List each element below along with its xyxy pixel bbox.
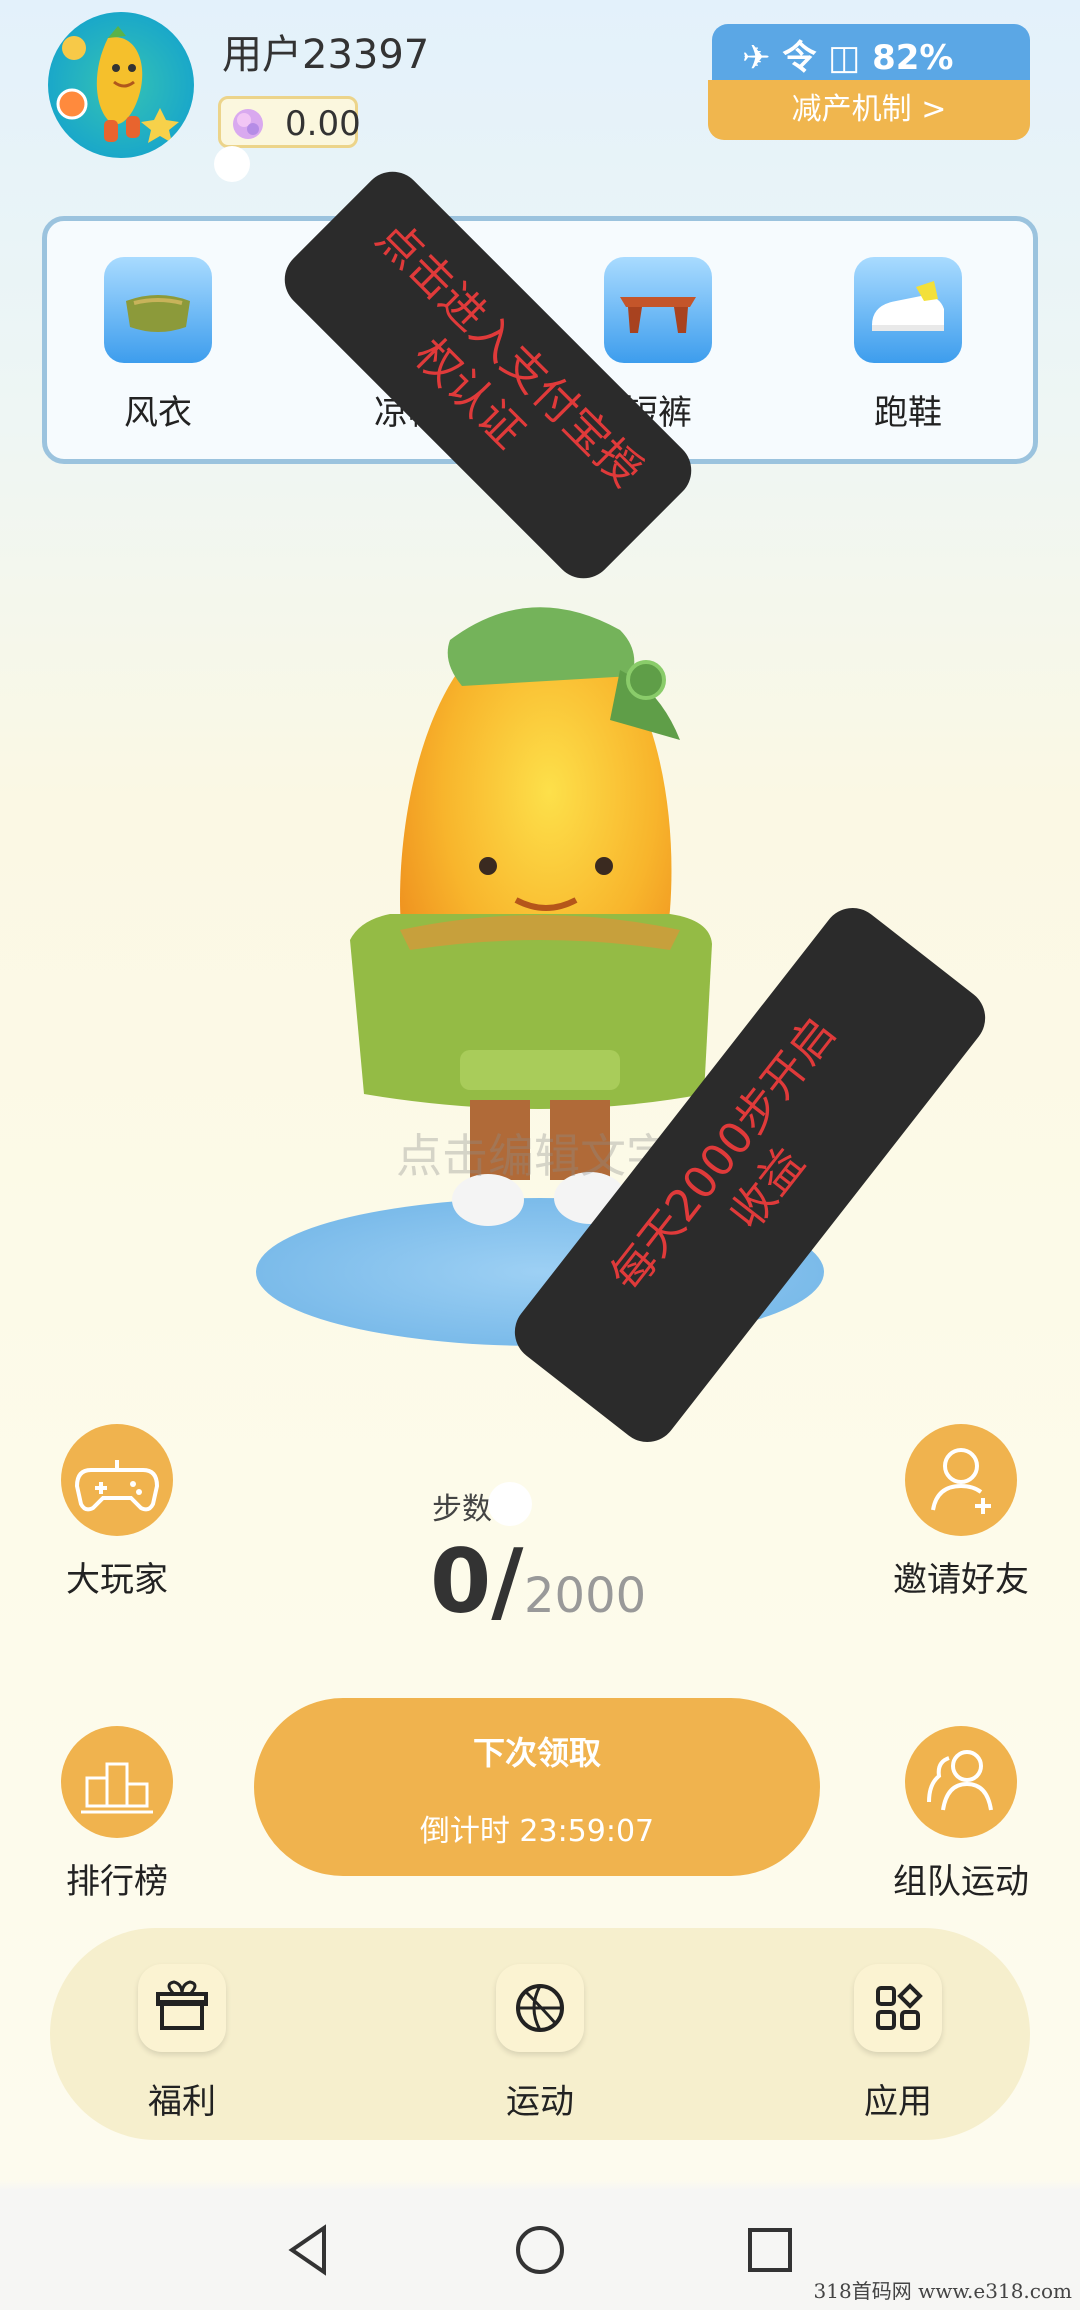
steps-label: 步数 xyxy=(432,1492,492,1527)
status-bar: ✈ 令 ◫ 82% xyxy=(712,24,1030,80)
nav-label: 运动 xyxy=(506,2082,574,2122)
gem-icon xyxy=(233,109,263,139)
invite-label: 邀请好友 xyxy=(893,1560,1029,1600)
back-icon[interactable] xyxy=(280,2220,340,2280)
nav-welfare[interactable]: 福利 xyxy=(112,1964,252,2123)
claim-title: 下次领取 xyxy=(472,1734,601,1772)
sneaker-icon xyxy=(854,257,962,363)
add-user-icon xyxy=(905,1424,1017,1536)
invite-friend-button[interactable]: 邀请好友 xyxy=(876,1424,1046,1601)
gift-icon xyxy=(138,1964,226,2052)
avatar[interactable] xyxy=(48,12,194,158)
nav-sport[interactable]: 运动 xyxy=(470,1964,610,2123)
coat-icon xyxy=(104,257,212,363)
wardrobe-item-coat[interactable]: 风衣 xyxy=(103,257,213,434)
next-claim-button[interactable]: 下次领取 倒计时 23:59:07 xyxy=(254,1698,820,1876)
team-label: 组队运动 xyxy=(893,1862,1029,1902)
bottom-nav: 福利 运动 应用 xyxy=(50,1928,1030,2140)
reduction-mechanism-button[interactable]: 减产机制 > xyxy=(708,80,1030,140)
steps-goal: 2000 xyxy=(524,1568,647,1624)
player-button[interactable]: 大玩家 xyxy=(32,1424,202,1601)
apps-icon xyxy=(854,1964,942,2052)
coin-value: 0.00 xyxy=(285,104,361,144)
nav-label: 福利 xyxy=(148,2082,216,2122)
nav-label: 应用 xyxy=(864,2082,932,2122)
player-label: 大玩家 xyxy=(66,1560,168,1600)
ranking-label: 排行榜 xyxy=(66,1862,168,1902)
shorts-icon xyxy=(604,257,712,363)
team-sport-button[interactable]: 组队运动 xyxy=(876,1726,1046,1903)
ranking-button[interactable]: 排行榜 xyxy=(32,1726,202,1903)
recents-icon[interactable] xyxy=(740,2220,800,2280)
coin-balance[interactable]: 0.00 xyxy=(218,96,361,148)
username: 用户23397 xyxy=(222,32,430,78)
status-text: ✈ 令 ◫ 82% xyxy=(742,38,954,78)
home-icon[interactable] xyxy=(510,2220,570,2280)
claim-countdown: 倒计时 23:59:07 xyxy=(419,1814,655,1849)
wardrobe-label: 跑鞋 xyxy=(874,393,942,433)
wardrobe-item-sneaker[interactable]: 跑鞋 xyxy=(853,257,963,434)
touch-indicator xyxy=(488,1482,532,1526)
gamepad-icon xyxy=(61,1424,173,1536)
watermark: 318首码网 www.e318.com xyxy=(813,2279,1072,2303)
podium-icon xyxy=(61,1726,173,1838)
team-icon xyxy=(905,1726,1017,1838)
steps-current: 0/ xyxy=(430,1530,524,1633)
wardrobe-label: 风衣 xyxy=(124,393,192,433)
system-navigation-bar: 318首码网 www.e318.com xyxy=(0,2190,1080,2310)
basketball-icon xyxy=(496,1964,584,2052)
nav-apps[interactable]: 应用 xyxy=(828,1964,968,2123)
touch-indicator xyxy=(214,146,250,182)
